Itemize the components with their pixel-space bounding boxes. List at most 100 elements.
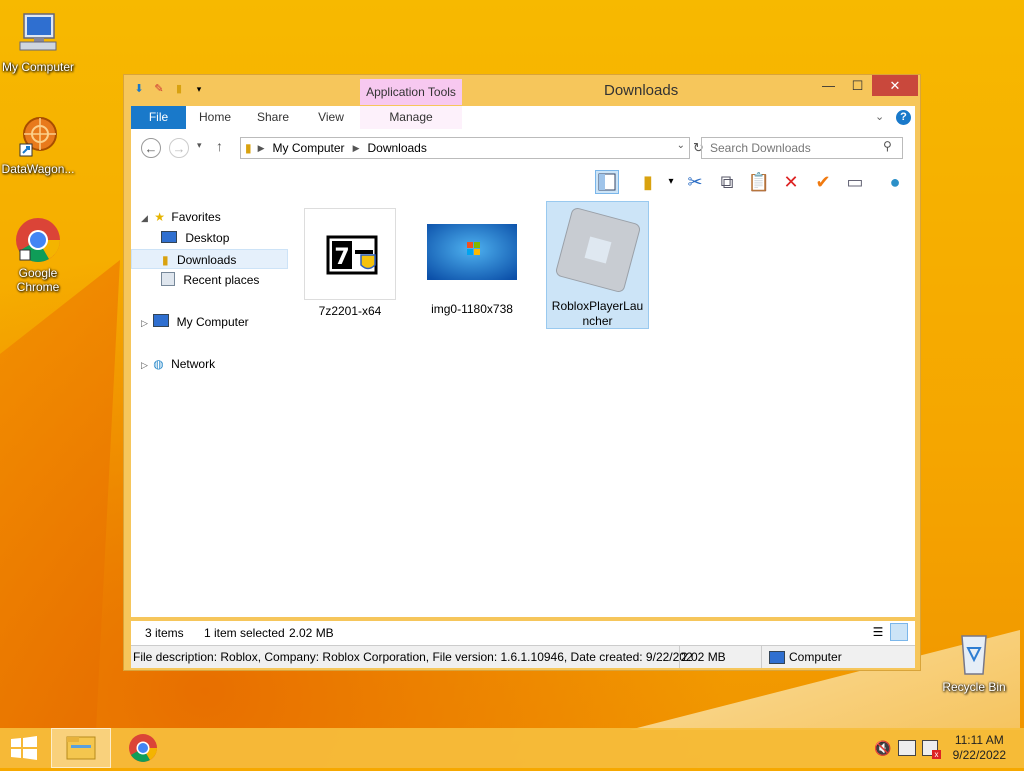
- taskbar-file-explorer[interactable]: [51, 728, 111, 768]
- computer-icon: [153, 314, 170, 327]
- nav-my-computer[interactable]: ▷ My Computer: [141, 312, 249, 332]
- delete-icon[interactable]: ✕: [779, 170, 803, 194]
- tab-manage[interactable]: Manage: [360, 106, 462, 129]
- breadcrumb-my-computer[interactable]: My Computer: [273, 141, 345, 155]
- minimize-button[interactable]: —: [814, 75, 843, 96]
- datawagon-icon: [14, 112, 62, 160]
- chevron-right-icon: ▶: [257, 142, 265, 153]
- system-clock[interactable]: 11:11 AM 9/22/2022: [953, 733, 1006, 763]
- desktop-icon-my-computer[interactable]: My Computer: [0, 10, 76, 74]
- search-icon: ⚲: [883, 139, 892, 153]
- chrome-icon: [129, 734, 157, 762]
- file-name: img0-1180x738: [431, 302, 513, 316]
- desktop-icon-label: My Computer: [1, 60, 75, 74]
- details-view-icon[interactable]: ☰: [869, 624, 887, 640]
- star-icon: ★: [154, 210, 166, 224]
- address-row: ← → ▾ ↑ ▮ ▶ My Computer ▶ Downloads ⌄ ↻ …: [131, 129, 915, 167]
- details-size: 2.02 MB: [681, 650, 726, 664]
- roblox-icon: [553, 205, 643, 295]
- desktop-icon-google-chrome[interactable]: Google Chrome: [0, 216, 76, 294]
- explorer-window[interactable]: ⬇ ✎ ▮ ▾ Application Tools Downloads — ☐ …: [123, 74, 921, 671]
- paste-icon[interactable]: 📋: [747, 170, 771, 194]
- nav-desktop[interactable]: Desktop: [161, 228, 229, 248]
- file-explorer-icon: [66, 736, 96, 760]
- desktop-icon-label: DataWagon...: [1, 162, 75, 176]
- close-button[interactable]: ✕: [872, 75, 918, 96]
- file-list[interactable]: 7 7z2201-x64 img0-1180x738 RobloxPlayerL…: [290, 197, 915, 617]
- command-toolbar: ▮ ▾ ✂ ⧉ 📋 ✕ ✔ ▭ ●: [131, 167, 915, 197]
- clock-date: 9/22/2022: [952, 748, 1006, 762]
- computer-icon: [14, 10, 62, 58]
- nav-recent-places-label: Recent places: [183, 273, 260, 287]
- search-input[interactable]: Search Downloads: [701, 137, 903, 159]
- navigation-pane: ◢ ★ Favorites Desktop ▮ Downloads Recent…: [131, 197, 290, 617]
- tab-view[interactable]: View: [309, 106, 353, 129]
- properties-icon[interactable]: ✎: [152, 82, 166, 96]
- recycle-bin-icon: [950, 630, 998, 678]
- action-center-icon[interactable]: x: [922, 740, 941, 759]
- folder-down-icon[interactable]: ⬇: [132, 82, 146, 96]
- desktop-icon-datawagon[interactable]: DataWagon...: [0, 112, 76, 176]
- nav-recent-places[interactable]: Recent places: [161, 270, 259, 290]
- nav-desktop-label: Desktop: [185, 231, 230, 245]
- nav-network-label: Network: [171, 357, 216, 371]
- new-folder-icon[interactable]: ▮: [172, 82, 186, 96]
- item-count: 3 items: [145, 626, 184, 640]
- quick-access-toolbar: ⬇ ✎ ▮ ▾: [132, 82, 206, 96]
- folder-icon: ▮: [245, 141, 252, 155]
- maximize-button[interactable]: ☐: [843, 75, 872, 96]
- copy-icon[interactable]: ⧉: [715, 170, 739, 194]
- desktop-icon-label: Recycle Bin: [942, 680, 1006, 694]
- tab-file[interactable]: File: [131, 106, 186, 129]
- file-item[interactable]: 7 7z2201-x64: [302, 205, 398, 333]
- computer-icon: [769, 651, 785, 664]
- application-tools-tab-group: Application Tools: [360, 79, 462, 105]
- folder-options-icon[interactable]: ▮: [636, 170, 660, 194]
- file-name-line1: RobloxPlayerLau: [551, 299, 644, 313]
- details-location: Computer: [789, 650, 842, 664]
- chevron-down-icon[interactable]: ▾: [192, 82, 206, 96]
- chrome-icon: [14, 216, 62, 264]
- cut-icon[interactable]: ✂: [683, 170, 707, 194]
- taskbar-google-chrome[interactable]: [113, 728, 173, 768]
- image-thumbnail: [427, 208, 517, 298]
- chevron-down-icon[interactable]: ⌄: [875, 110, 884, 123]
- file-name-line2: ncher: [582, 314, 613, 328]
- recent-locations-dropdown[interactable]: ▾: [197, 140, 202, 151]
- chevron-down-icon: ◢: [141, 213, 148, 223]
- file-item[interactable]: img0-1180x738: [424, 205, 520, 333]
- address-bar[interactable]: ▮ ▶ My Computer ▶ Downloads ⌄: [240, 137, 690, 159]
- ribbon-tabs: File Home Share View Manage ⌄ ?: [131, 106, 915, 129]
- chevron-down-icon[interactable]: ⌄: [677, 140, 685, 151]
- checkmark-icon[interactable]: ✔: [811, 170, 835, 194]
- chevron-right-icon: ▶: [352, 142, 360, 153]
- desktop-icon-recycle-bin[interactable]: Recycle Bin: [936, 630, 1012, 694]
- tab-share[interactable]: Share: [251, 106, 295, 129]
- chevron-down-icon[interactable]: ▾: [659, 170, 683, 194]
- network-status-icon[interactable]: [898, 740, 916, 756]
- rename-icon[interactable]: ▭: [843, 170, 867, 194]
- tab-home[interactable]: Home: [193, 106, 237, 129]
- window-title: Downloads: [604, 82, 679, 99]
- forward-button[interactable]: →: [169, 138, 189, 158]
- large-icons-view-icon[interactable]: [890, 623, 908, 641]
- preview-pane-icon[interactable]: [595, 170, 619, 194]
- breadcrumb-downloads[interactable]: Downloads: [367, 141, 426, 155]
- globe-icon[interactable]: ●: [883, 170, 907, 194]
- back-button[interactable]: ←: [141, 138, 161, 158]
- file-item-selected[interactable]: RobloxPlayerLau ncher: [546, 201, 649, 329]
- nav-favorites[interactable]: ◢ ★ Favorites: [141, 207, 221, 227]
- nav-network[interactable]: ▷ ◍ Network: [141, 354, 215, 374]
- help-icon[interactable]: ?: [896, 110, 911, 125]
- up-button[interactable]: ↑: [216, 138, 223, 154]
- clock-time: 11:11 AM: [954, 733, 1004, 747]
- volume-muted-icon[interactable]: 🔇: [874, 740, 891, 757]
- svg-text:7: 7: [334, 245, 349, 270]
- file-name: 7z2201-x64: [318, 304, 382, 318]
- windows-start-icon[interactable]: [10, 736, 38, 760]
- title-bar[interactable]: ⬇ ✎ ▮ ▾ Application Tools Downloads — ☐ …: [124, 75, 920, 105]
- nav-downloads[interactable]: ▮ Downloads: [131, 249, 288, 269]
- downloads-folder-icon: ▮: [162, 253, 169, 267]
- 7zip-installer-icon: 7: [304, 208, 396, 300]
- desktop-icon: [161, 231, 177, 243]
